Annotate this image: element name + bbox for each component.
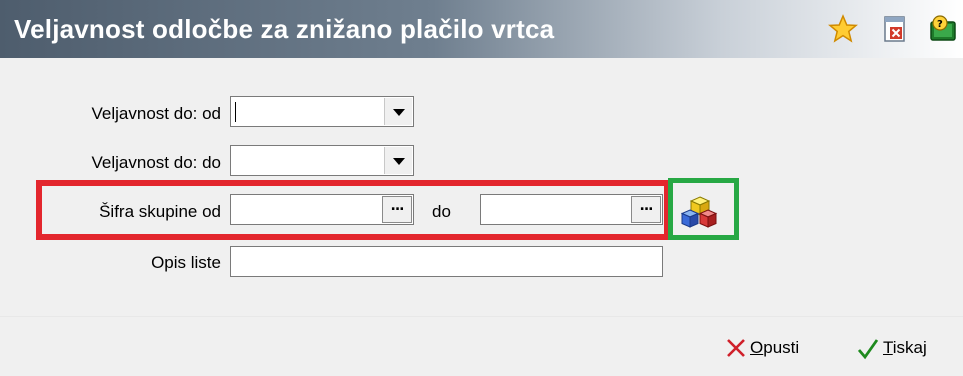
window-title: Veljavnost odločbe za znižano plačilo vr… bbox=[14, 14, 555, 44]
help-book-icon[interactable]: ? bbox=[928, 14, 958, 44]
cancel-label: pusti bbox=[763, 338, 800, 357]
star-icon[interactable] bbox=[828, 14, 858, 44]
title-bar: Veljavnost odločbe za znižano plačilo vr… bbox=[0, 0, 963, 58]
cross-icon bbox=[727, 339, 745, 357]
valid-to-dropdown-button[interactable] bbox=[384, 147, 412, 174]
print-mnemonic: T bbox=[883, 338, 893, 357]
close-document-icon[interactable] bbox=[880, 14, 910, 44]
valid-from-label: Veljavnost do: od bbox=[91, 104, 221, 123]
list-desc-input[interactable] bbox=[230, 246, 663, 277]
footer-divider bbox=[0, 316, 963, 317]
valid-to-combo[interactable] bbox=[230, 145, 414, 176]
valid-to-label: Veljavnost do: do bbox=[91, 153, 221, 172]
svg-text:?: ? bbox=[937, 19, 943, 30]
valid-from-combo[interactable] bbox=[230, 96, 414, 127]
valid-from-dropdown-button[interactable] bbox=[384, 98, 412, 125]
cancel-mnemonic: O bbox=[750, 338, 764, 357]
print-label: iskaj bbox=[892, 338, 927, 357]
list-desc-label: Opis liste bbox=[151, 253, 221, 272]
group-select-highlight bbox=[668, 178, 739, 240]
check-icon bbox=[857, 339, 879, 360]
group-range-highlight bbox=[36, 180, 670, 240]
text-cursor bbox=[235, 102, 236, 122]
